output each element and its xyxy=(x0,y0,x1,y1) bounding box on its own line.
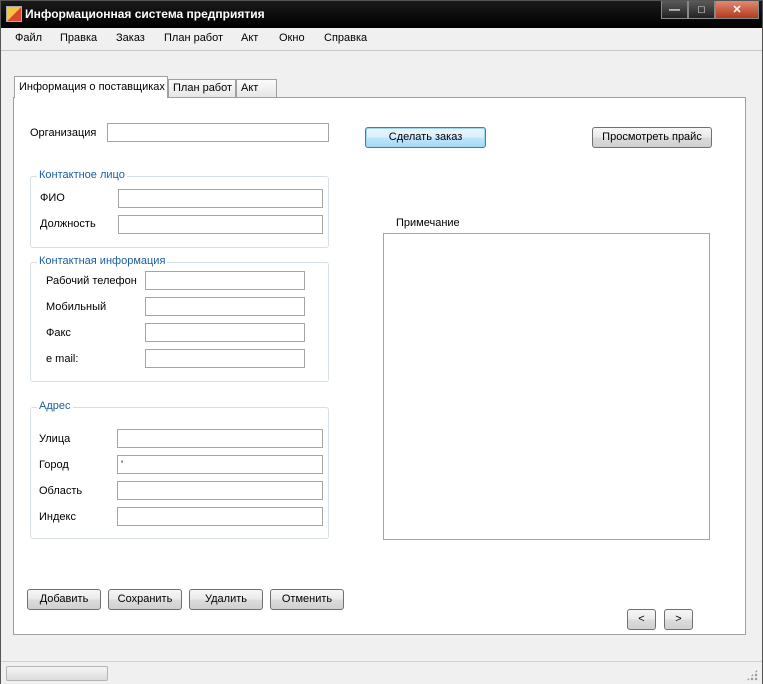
address-group: Адрес Улица Город Область Индекс xyxy=(30,400,329,539)
position-label: Должность xyxy=(40,218,96,230)
view-price-button[interactable]: Просмотреть прайс xyxy=(592,127,712,148)
fax-label: Факс xyxy=(46,327,71,339)
contact-info-group: Контактная информация Рабочий телефон Мо… xyxy=(30,255,329,382)
window-title: Информационная система предприятия xyxy=(25,7,265,21)
contact-person-caption: Контактное лицо xyxy=(37,169,127,181)
fax-input[interactable] xyxy=(145,323,305,342)
menu-act[interactable]: Акт xyxy=(241,32,258,44)
tab-suppliers-info[interactable]: Информация о поставщиках xyxy=(14,76,168,98)
position-input[interactable] xyxy=(118,215,323,234)
work-phone-input[interactable] xyxy=(145,271,305,290)
make-order-button[interactable]: Сделать заказ xyxy=(365,127,486,148)
tab-work-plan[interactable]: План работ xyxy=(168,79,236,97)
delete-button[interactable]: Удалить xyxy=(189,589,263,610)
city-label: Город xyxy=(39,459,69,471)
main-window: Информационная система предприятия — □ ✕… xyxy=(0,0,763,684)
status-bar xyxy=(1,661,762,684)
app-icon xyxy=(6,6,22,22)
menu-order[interactable]: Заказ xyxy=(116,32,145,44)
email-label: e mail: xyxy=(46,353,79,365)
region-label: Область xyxy=(39,485,83,497)
title-bar[interactable]: Информационная система предприятия — □ ✕ xyxy=(1,1,762,28)
menu-edit[interactable]: Правка xyxy=(60,32,97,44)
menu-window[interactable]: Окно xyxy=(279,32,305,44)
menu-work-plan[interactable]: План работ xyxy=(164,32,223,44)
prev-button[interactable]: < xyxy=(627,609,656,630)
index-label: Индекс xyxy=(39,511,76,523)
menu-file[interactable]: Файл xyxy=(15,32,42,44)
cancel-button[interactable]: Отменить xyxy=(270,589,344,610)
organization-label: Организация xyxy=(30,127,97,139)
resize-grip-icon[interactable] xyxy=(746,669,758,681)
maximize-button[interactable]: □ xyxy=(688,1,715,19)
save-button[interactable]: Сохранить xyxy=(108,589,182,610)
note-textarea[interactable] xyxy=(383,233,710,540)
add-button[interactable]: Добавить xyxy=(27,589,101,610)
region-input[interactable] xyxy=(117,481,323,500)
email-input[interactable] xyxy=(145,349,305,368)
index-input[interactable] xyxy=(117,507,323,526)
mobile-input[interactable] xyxy=(145,297,305,316)
contact-person-group: Контактное лицо ФИО Должность xyxy=(30,169,329,248)
close-button[interactable]: ✕ xyxy=(715,1,759,19)
street-input[interactable] xyxy=(117,429,323,448)
fio-input[interactable] xyxy=(118,189,323,208)
contact-info-caption: Контактная информация xyxy=(37,255,168,267)
note-label: Примечание xyxy=(396,217,460,229)
minimize-button[interactable]: — xyxy=(661,1,688,19)
mobile-label: Мобильный xyxy=(46,301,107,313)
address-caption: Адрес xyxy=(37,400,73,412)
tab-panel-suppliers: Организация Контактное лицо ФИО Должност… xyxy=(13,97,746,635)
work-phone-label: Рабочий телефон xyxy=(46,275,137,287)
fio-label: ФИО xyxy=(40,192,65,204)
tab-strip: Информация о поставщиках План работ Акт xyxy=(1,76,762,98)
menu-help[interactable]: Справка xyxy=(324,32,367,44)
status-progress-bar xyxy=(6,666,108,681)
tab-act[interactable]: Акт xyxy=(236,79,277,97)
organization-input[interactable] xyxy=(107,123,329,142)
street-label: Улица xyxy=(39,433,71,445)
next-button[interactable]: > xyxy=(664,609,693,630)
city-input[interactable] xyxy=(117,455,323,474)
menu-bar: Файл Правка Заказ План работ Акт Окно Сп… xyxy=(1,28,762,51)
